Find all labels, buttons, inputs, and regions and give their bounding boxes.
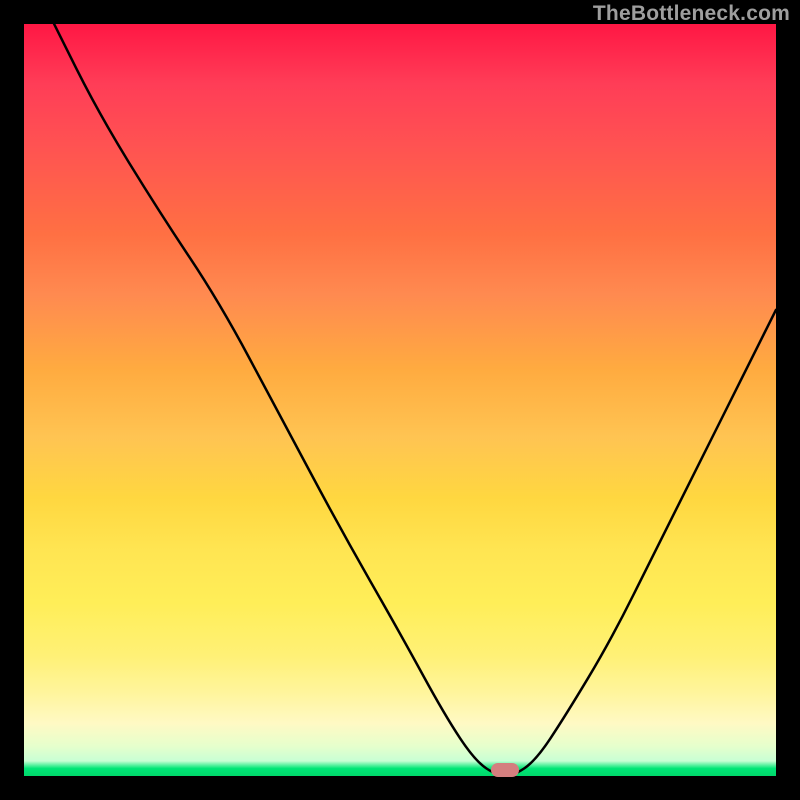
bottleneck-curve — [24, 24, 776, 776]
optimal-marker — [491, 763, 519, 777]
chart-frame: TheBottleneck.com — [0, 0, 800, 800]
plot-area — [24, 24, 776, 776]
watermark-label: TheBottleneck.com — [593, 2, 790, 26]
